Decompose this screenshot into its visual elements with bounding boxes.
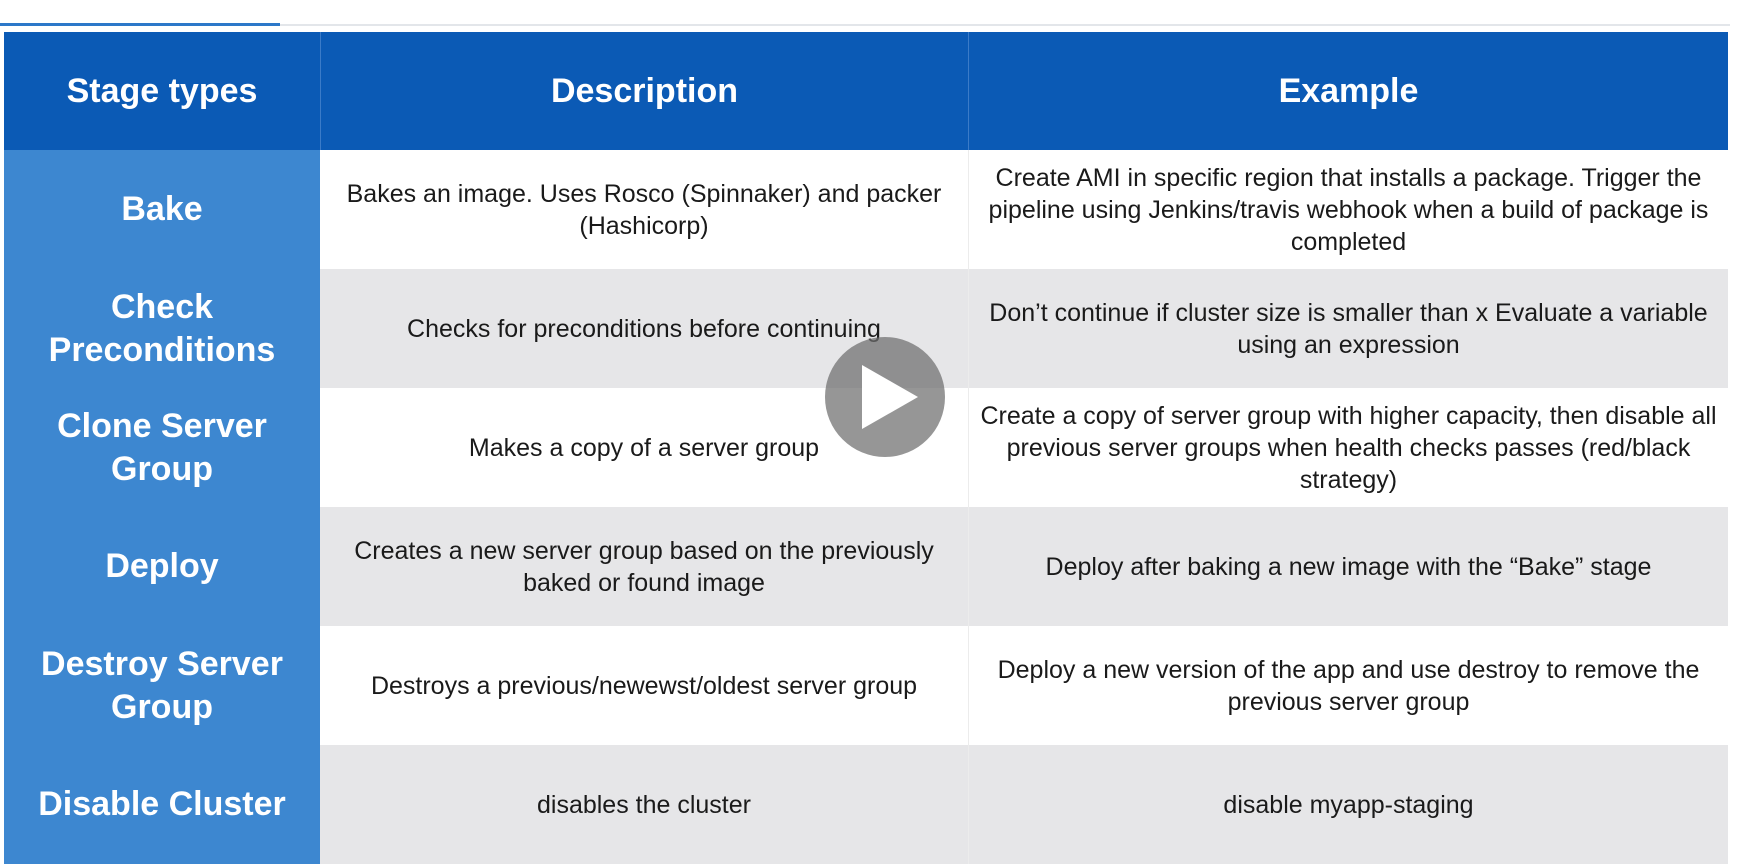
stage-description: Destroys a previous/newewst/oldest serve… (320, 626, 968, 745)
stage-example: Don’t continue if cluster size is smalle… (968, 269, 1728, 388)
stage-name: Clone Server Group (4, 388, 320, 507)
stage-name: Disable Cluster (4, 745, 320, 864)
stage-name: Check Preconditions (4, 269, 320, 388)
header-example: Example (968, 32, 1728, 150)
stage-description: Creates a new server group based on the … (320, 507, 968, 626)
stage-name: Destroy Server Group (4, 626, 320, 745)
stage-name: Deploy (4, 507, 320, 626)
play-button[interactable] (825, 337, 945, 457)
stage-example: disable myapp-staging (968, 745, 1728, 864)
stage-name: Bake (4, 150, 320, 269)
header-description: Description (320, 32, 968, 150)
stage-example: Create a copy of server group with highe… (968, 388, 1728, 507)
stage-example: Deploy a new version of the app and use … (968, 626, 1728, 745)
stage-description: disables the cluster (320, 745, 968, 864)
stage-example: Create AMI in specific region that insta… (968, 150, 1728, 269)
header-stage-types: Stage types (4, 32, 320, 150)
stage-description: Bakes an image. Uses Rosco (Spinnaker) a… (320, 150, 968, 269)
video-progress-bar[interactable] (0, 23, 280, 26)
play-icon (862, 365, 918, 429)
stage-example: Deploy after baking a new image with the… (968, 507, 1728, 626)
